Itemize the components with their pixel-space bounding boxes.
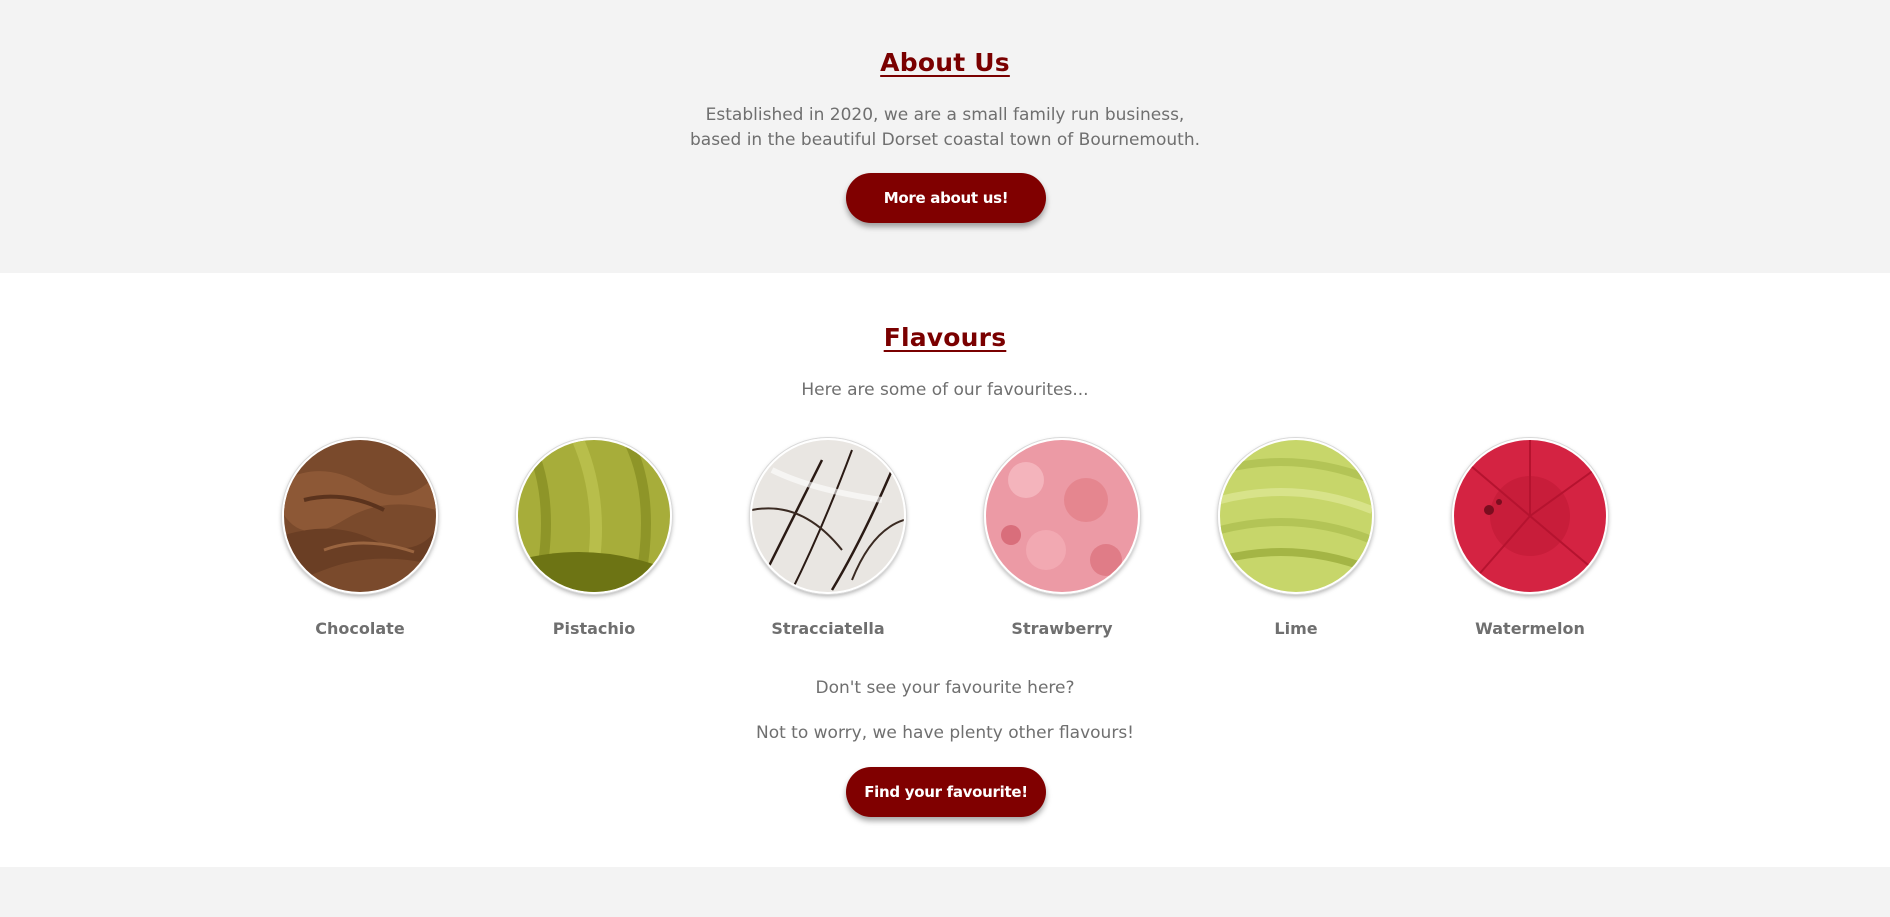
chocolate-image bbox=[282, 438, 438, 594]
watermelon-image bbox=[1452, 438, 1608, 594]
flavours-note-2: Not to worry, we have plenty other flavo… bbox=[756, 723, 1134, 743]
flavour-label-strawberry: Strawberry bbox=[1011, 619, 1113, 638]
flavour-item-lime[interactable]: Lime bbox=[1216, 438, 1376, 638]
flavours-note-1: Don't see your favourite here? bbox=[815, 678, 1075, 698]
flavour-item-chocolate[interactable]: Chocolate bbox=[280, 438, 440, 638]
more-about-us-button[interactable]: More about us! bbox=[846, 173, 1046, 223]
flavour-label-stracciatella: Stracciatella bbox=[771, 619, 885, 638]
footer-band bbox=[0, 867, 1890, 917]
flavours-section: Flavours Here are some of our favourites… bbox=[0, 273, 1890, 867]
flavours-subtitle: Here are some of our favourites... bbox=[801, 380, 1089, 400]
strawberry-image bbox=[984, 438, 1140, 594]
about-heading: About Us bbox=[880, 48, 1010, 77]
flavour-item-strawberry[interactable]: Strawberry bbox=[982, 438, 1142, 638]
flavour-label-lime: Lime bbox=[1274, 619, 1318, 638]
find-your-favourite-button[interactable]: Find your favourite! bbox=[846, 767, 1046, 817]
stracciatella-image bbox=[750, 438, 906, 594]
flavour-label-pistachio: Pistachio bbox=[552, 619, 636, 638]
pistachio-image bbox=[516, 438, 672, 594]
lime-image bbox=[1218, 438, 1374, 594]
about-section: About Us Established in 2020, we are a s… bbox=[0, 0, 1890, 273]
flavours-heading: Flavours bbox=[883, 323, 1007, 352]
about-text-line-1: Established in 2020, we are a small fami… bbox=[705, 105, 1185, 125]
flavour-item-watermelon[interactable]: Watermelon bbox=[1450, 438, 1610, 638]
flavour-label-chocolate: Chocolate bbox=[315, 619, 405, 638]
flavour-item-stracciatella[interactable]: Stracciatella bbox=[748, 438, 908, 638]
about-text-line-2: based in the beautiful Dorset coastal to… bbox=[689, 130, 1201, 150]
flavour-item-pistachio[interactable]: Pistachio bbox=[514, 438, 674, 638]
flavour-label-watermelon: Watermelon bbox=[1475, 619, 1585, 638]
